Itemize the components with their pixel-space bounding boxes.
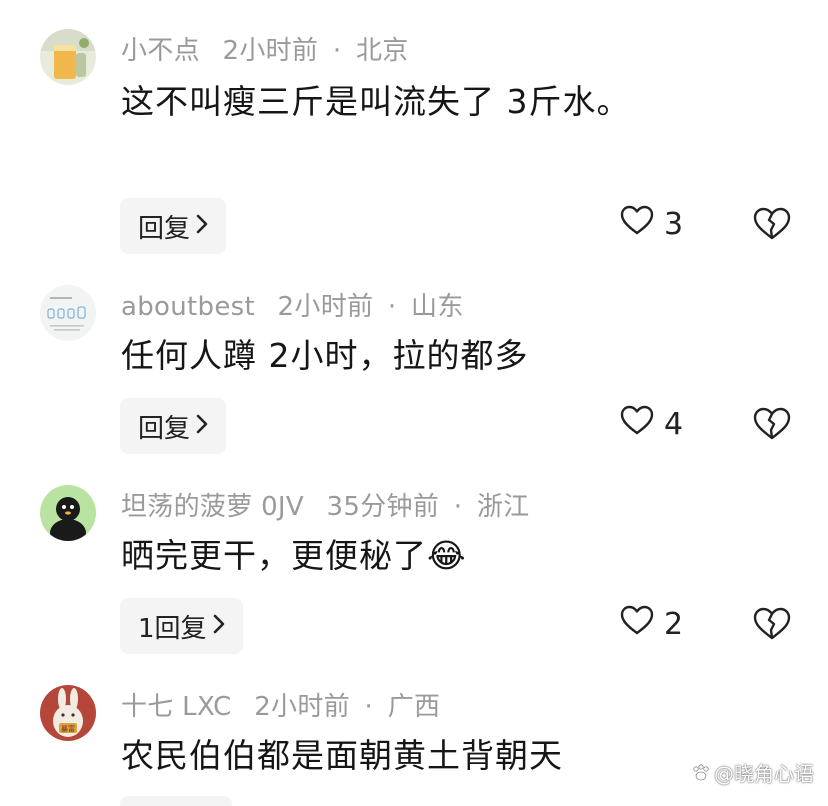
- dislike-button[interactable]: [752, 607, 792, 645]
- chevron-right-icon: [196, 412, 208, 440]
- avatar[interactable]: [40, 485, 96, 541]
- username[interactable]: 坦荡的菠萝 0JV: [121, 492, 304, 522]
- like-count: 2: [664, 606, 684, 642]
- reply-button[interactable]: 回复: [120, 398, 227, 454]
- comment-meta: aboutbest 2小时前 · 山东: [121, 286, 464, 323]
- comment-text: 晒完更干，更便秘了😂: [121, 527, 681, 585]
- comment-text: 任何人蹲 2小时，拉的都多: [121, 336, 529, 375]
- location: 广西: [387, 692, 441, 722]
- comment-meta: 坦荡的菠萝 0JV 35分钟前 · 浙江: [121, 486, 529, 523]
- location: 北京: [355, 36, 409, 66]
- rabbit-avatar-image: 暴富: [40, 685, 96, 741]
- reply-label: 1回复: [138, 613, 207, 644]
- penguin-avatar-image: [40, 485, 96, 541]
- timestamp: 2小时前: [254, 692, 350, 722]
- like-button[interactable]: 3: [620, 205, 683, 243]
- timestamp: 2小时前: [222, 36, 319, 66]
- chevron-right-icon: [213, 612, 225, 640]
- username[interactable]: 十七 LXC: [121, 692, 232, 722]
- location: 山东: [411, 292, 464, 322]
- comment-meta: 十七 LXC 2小时前 · 广西: [121, 686, 440, 723]
- like-button[interactable]: 4: [620, 405, 683, 443]
- comment-meta: 小不点 2小时前 · 北京: [121, 30, 409, 67]
- reply-label: 回复: [138, 213, 191, 244]
- broken-heart-icon: [753, 607, 791, 640]
- username[interactable]: 小不点: [121, 36, 200, 66]
- watermark-text: @晓角心语: [714, 762, 814, 786]
- heart-icon: [620, 205, 654, 243]
- heart-icon: [620, 405, 654, 443]
- avatar[interactable]: 暴富: [40, 685, 96, 741]
- like-count: 3: [664, 206, 684, 242]
- timestamp: 2小时前: [277, 292, 374, 322]
- chevron-right-icon: [196, 212, 208, 240]
- separator: ·: [453, 492, 463, 522]
- separator: ·: [387, 292, 397, 322]
- separator: ·: [364, 692, 374, 722]
- username[interactable]: aboutbest: [121, 292, 255, 322]
- like-count: 4: [664, 406, 684, 442]
- heart-icon: [620, 605, 654, 643]
- avatar[interactable]: [40, 285, 96, 341]
- reply-label: 回复: [138, 413, 191, 444]
- paw-icon: [693, 763, 709, 780]
- comment-text: 农民伯伯都是面朝黄土背朝天: [121, 736, 563, 775]
- bottles-avatar-image: [40, 285, 96, 341]
- reply-button[interactable]: 1回复: [120, 598, 243, 654]
- laughing-emoji-icon: 😂: [427, 536, 467, 575]
- avatar-badge: 暴富: [61, 724, 75, 733]
- reply-button-partial[interactable]: [120, 796, 232, 806]
- watermark: @晓角心语: [691, 758, 814, 787]
- timestamp: 35分钟前: [326, 492, 440, 522]
- dislike-button[interactable]: [752, 207, 792, 245]
- broken-heart-icon: [753, 207, 791, 240]
- comment-text: 这不叫瘦三斤是叫流失了 3斤水。: [121, 82, 631, 121]
- juice-avatar-image: [40, 29, 96, 85]
- reply-button[interactable]: 回复: [120, 198, 227, 254]
- comment-text-body: 晒完更干，更便秘了: [121, 536, 427, 575]
- location: 浙江: [476, 492, 530, 522]
- like-button[interactable]: 2: [620, 605, 683, 643]
- broken-heart-icon: [753, 407, 791, 440]
- avatar[interactable]: [40, 29, 96, 85]
- separator: ·: [332, 36, 342, 66]
- dislike-button[interactable]: [752, 407, 792, 445]
